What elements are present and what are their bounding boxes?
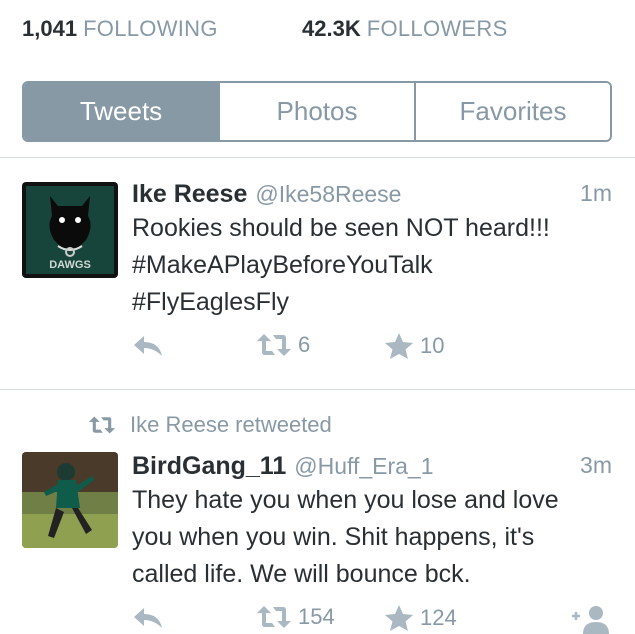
tweet-time: 3m <box>580 452 612 478</box>
retweet-count: 6 <box>298 332 311 357</box>
profile-stats: 1,041 FOLLOWING 42.3K FOLLOWERS <box>22 16 622 50</box>
favorite-button[interactable]: 10 <box>384 332 444 360</box>
tweet-text-line: Rookies should be seen NOT heard!!! <box>132 214 550 242</box>
svg-text:DAWGS: DAWGS <box>49 259 91 271</box>
author-name[interactable]: BirdGang_11 <box>132 452 286 480</box>
tweet-actions: 6 10 <box>132 332 622 368</box>
favorite-count: 10 <box>420 333 445 358</box>
tweet-text-line: you when you win. Shit happens, it's <box>132 523 535 551</box>
tweet-actions: 154 124 <box>132 604 622 634</box>
follow-icon <box>572 606 609 634</box>
tweet-text: They hate you when you lose and love you… <box>132 482 612 593</box>
following-stat[interactable]: 1,041 FOLLOWING <box>22 16 218 42</box>
reply-button[interactable] <box>132 332 164 360</box>
retweet-button[interactable]: 6 <box>256 332 310 358</box>
tab-tweets[interactable]: Tweets <box>24 83 218 140</box>
tweet-time: 1m <box>580 180 612 206</box>
hashtag-link[interactable]: #FlyEaglesFly <box>132 284 612 321</box>
followers-label: FOLLOWERS <box>366 16 508 41</box>
hashtag-link[interactable]: #MakeAPlayBeforeYouTalk <box>132 247 612 284</box>
avatar[interactable] <box>22 452 118 548</box>
tweet[interactable]: DAWGS Ike Reese @Ike58Reese 1m Rookies sh… <box>0 158 635 389</box>
retweeted-by-label[interactable]: Ike Reese retweeted <box>130 412 332 438</box>
tweet[interactable]: Ike Reese retweeted BirdGang_11 @Huff_Era… <box>0 390 635 634</box>
tweet-header: Ike Reese @Ike58Reese 1m <box>132 180 612 212</box>
follow-button[interactable] <box>570 604 610 634</box>
retweet-icon <box>88 416 116 434</box>
tweet-header: BirdGang_11 @Huff_Era_1 3m <box>132 452 612 484</box>
reply-icon <box>134 608 162 628</box>
tab-favorites[interactable]: Favorites <box>414 83 610 140</box>
favorite-star-icon <box>385 605 413 631</box>
reply-button[interactable] <box>132 604 164 632</box>
favorite-count: 124 <box>420 605 457 630</box>
retweet-context: Ike Reese retweeted <box>88 412 332 438</box>
author-handle[interactable]: @Ike58Reese <box>255 181 401 207</box>
pitbull-avatar-image: DAWGS <box>22 182 118 278</box>
retweet-icon <box>257 334 291 356</box>
football-player-avatar-image <box>22 452 118 548</box>
tab-photos[interactable]: Photos <box>218 83 414 140</box>
tweet-text: Rookies should be seen NOT heard!!! #Mak… <box>132 210 612 321</box>
following-count: 1,041 <box>22 16 78 41</box>
avatar[interactable]: DAWGS <box>22 182 118 278</box>
following-label: FOLLOWING <box>83 16 218 41</box>
favorite-button[interactable]: 124 <box>384 604 457 632</box>
tweet-text-line: called life. We will bounce bck. <box>132 560 471 588</box>
retweet-icon <box>257 606 291 628</box>
followers-count: 42.3K <box>302 16 361 41</box>
retweet-button[interactable]: 154 <box>256 604 335 630</box>
retweet-count: 154 <box>298 604 335 629</box>
tweet-text-line: They hate you when you lose and love <box>132 486 559 514</box>
profile-tabs: Tweets Photos Favorites <box>22 81 612 142</box>
favorite-star-icon <box>385 333 413 359</box>
author-handle[interactable]: @Huff_Era_1 <box>294 453 433 479</box>
reply-icon <box>134 336 162 356</box>
followers-stat[interactable]: 42.3K FOLLOWERS <box>302 16 508 42</box>
author-name[interactable]: Ike Reese <box>132 180 247 208</box>
